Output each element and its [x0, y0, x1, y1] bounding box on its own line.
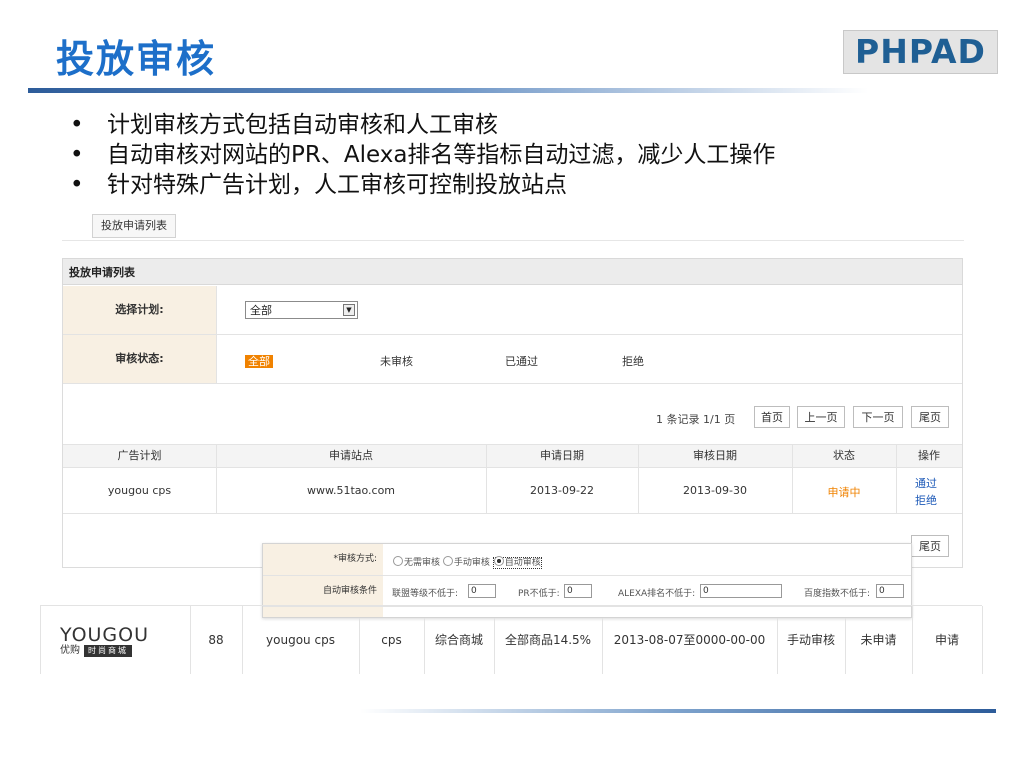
footer-divider — [360, 709, 996, 713]
status-label: 审核状态: — [63, 335, 216, 383]
title-divider — [28, 88, 868, 93]
product-period: 2013-08-07至0000-00-00 — [613, 633, 766, 647]
pager-next-button[interactable]: 下一页 — [853, 406, 903, 428]
mode-manual-radio[interactable]: 手动审核 — [442, 556, 490, 568]
apply-link[interactable]: 申请 — [912, 630, 982, 650]
union-level-label: 联盟等级不低于: — [392, 589, 459, 599]
product-id: 88 — [208, 633, 224, 647]
baidu-input[interactable]: 0 — [876, 584, 904, 598]
cell-plan: yougou cps — [107, 484, 172, 497]
col-status: 状态 — [833, 449, 855, 462]
status-option-passed[interactable]: 已通过 — [505, 353, 538, 369]
col-site: 申请站点 — [329, 449, 373, 462]
product-category: 综合商城 — [434, 633, 483, 647]
cell-review-date: 2013-09-30 — [683, 484, 747, 497]
slide-title: 投放审核 — [56, 37, 217, 81]
product-commission: 全部商品14.5% — [504, 633, 592, 647]
status-badge: 申请中 — [827, 486, 861, 499]
product-review: 手动审核 — [786, 633, 835, 647]
pager-prev-button[interactable]: 上一页 — [797, 406, 845, 428]
mode-none-radio[interactable]: 无需审核 — [393, 556, 440, 568]
pr-label: PR不低于: — [518, 589, 560, 599]
pager-last-button-bottom[interactable]: 尾页 — [911, 535, 949, 557]
bullet-item: • 计划审核方式包括自动审核和人工审核 — [70, 112, 498, 138]
bullet-item: • 自动审核对网站的PR、Alexa排名等指标自动过滤，减少人工操作 — [70, 142, 776, 168]
product-state: 未申请 — [860, 633, 897, 647]
cell-site: www.51tao.com — [306, 484, 396, 497]
yougou-logo: YOUGOU 优购 时尚商城 — [60, 624, 150, 657]
panel-topbar — [62, 207, 964, 241]
pass-link[interactable]: 通过 — [896, 475, 956, 491]
col-action: 操作 — [918, 449, 940, 462]
alexa-label: ALEXA排名不低于: — [618, 589, 696, 599]
status-option-pending[interactable]: 未审核 — [380, 353, 413, 369]
bullet-item: • 针对特殊广告计划，人工审核可控制投放站点 — [70, 172, 567, 198]
chevron-down-icon: ▼ — [343, 304, 355, 316]
union-level-input[interactable]: 0 — [468, 584, 496, 598]
status-option-rejected[interactable]: 拒绝 — [622, 353, 644, 369]
pr-input[interactable]: 0 — [564, 584, 592, 598]
pager-first-button[interactable]: 首页 — [754, 406, 790, 428]
product-type: cps — [381, 633, 402, 647]
col-review-date: 审核日期 — [693, 449, 737, 462]
pager-summary: 1 条记录 1/1 页 — [656, 413, 736, 426]
plan-select[interactable]: 全部 ▼ — [245, 301, 358, 319]
col-plan: 广告计划 — [117, 449, 162, 462]
review-mode-radios: 无需审核 手动审核 自动审核 — [393, 555, 542, 569]
product-plan-link[interactable]: yougou cps — [242, 630, 359, 650]
baidu-label: 百度指数不低于: — [804, 589, 871, 599]
mode-auto-radio[interactable]: 自动审核 — [492, 556, 542, 569]
bullet-list: • 计划审核方式包括自动审核和人工审核 • 自动审核对网站的PR、Alexa排名等指… — [70, 110, 775, 200]
col-apply-date: 申请日期 — [540, 449, 584, 462]
auto-condition-label: 自动审核条件 — [263, 576, 383, 606]
alexa-input[interactable]: 0 — [700, 584, 782, 598]
tab-apply-list[interactable]: 投放申请列表 — [92, 214, 176, 238]
status-option-all[interactable]: 全部 — [245, 353, 273, 369]
phpad-logo: PHPAD — [843, 30, 998, 74]
review-mode-label: *审核方式: — [263, 544, 383, 575]
reject-link[interactable]: 拒绝 — [896, 492, 956, 508]
pager-last-button[interactable]: 尾页 — [911, 406, 949, 428]
cell-apply-date: 2013-09-22 — [530, 484, 594, 497]
plan-label: 选择计划: — [63, 286, 216, 334]
list-title: 投放申请列表 — [62, 258, 963, 285]
